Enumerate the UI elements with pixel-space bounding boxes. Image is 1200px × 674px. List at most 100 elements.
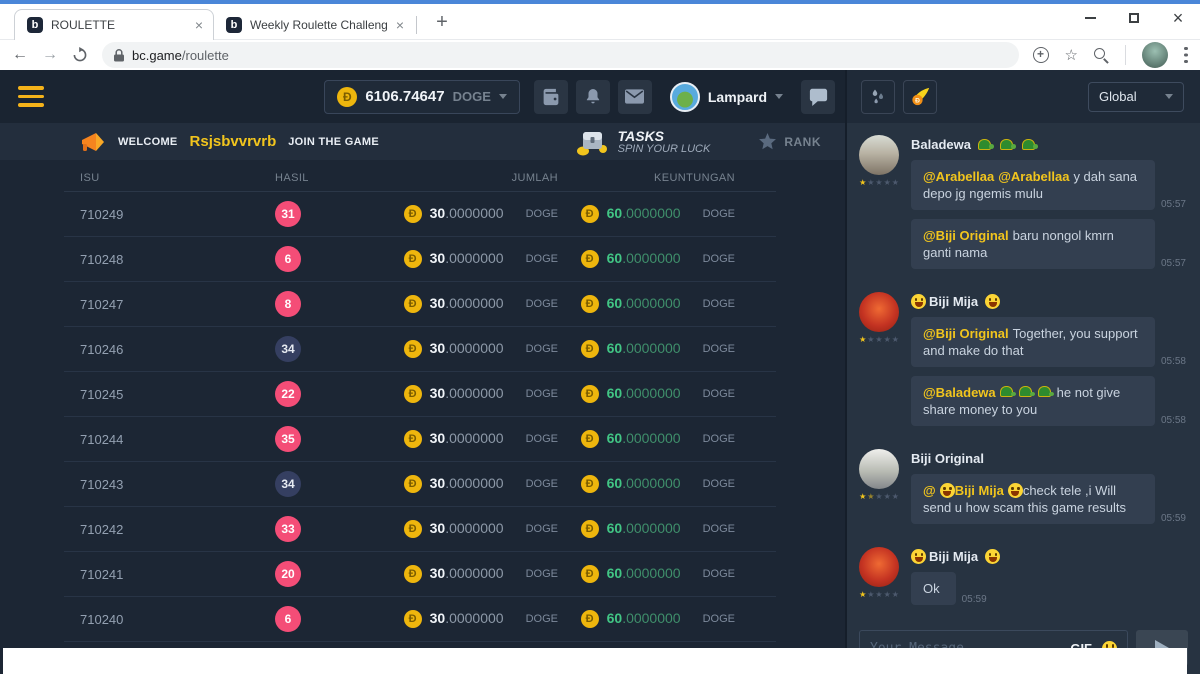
new-tab-button[interactable]: +: [429, 10, 455, 36]
maximize-button[interactable]: [1112, 4, 1156, 32]
message-group-left: ★★★★★: [857, 547, 901, 614]
mention[interactable]: @Arabellaa: [923, 169, 994, 184]
smiley-emoji: [985, 549, 1000, 564]
channel-select[interactable]: Global: [1088, 82, 1184, 112]
balance-pill[interactable]: Đ 6106.74647 DOGE: [324, 80, 520, 114]
hamburger-menu[interactable]: [18, 86, 44, 107]
mention[interactable]: @: [923, 483, 936, 498]
profit-amount-cell: Đ 60.0000000 DOGE: [581, 610, 735, 628]
browser-profile-avatar[interactable]: [1142, 42, 1168, 68]
doge-coin-icon: Đ: [404, 295, 422, 313]
mention[interactable]: @Biji Original: [923, 326, 1009, 341]
close-button[interactable]: ×: [1156, 4, 1200, 32]
profit-amount-cell: Đ 60.0000000 DOGE: [581, 475, 735, 493]
balance-currency: DOGE: [453, 89, 491, 104]
address-bar: ← → bc.game/roulette + ☆: [0, 40, 1200, 70]
chat-header: Đ Global: [847, 70, 1200, 123]
table-row[interactable]: 710246 34 Đ 30.0000000 DOGE Đ 60.0000000…: [64, 327, 776, 372]
chat-message: @Baladewahe not give share money to you …: [911, 376, 1186, 426]
reload-button[interactable]: [72, 47, 88, 63]
message-group-left: ★★★★★: [857, 449, 901, 533]
bet-amount-cell: Đ 30.0000000 DOGE: [404, 520, 558, 538]
mention[interactable]: @Biji Original: [923, 228, 1009, 243]
avatar[interactable]: [859, 135, 899, 175]
doge-coin-icon: Đ: [581, 250, 599, 268]
notifications-button[interactable]: [576, 80, 610, 114]
bet-amount-cell: Đ 30.0000000 DOGE: [404, 340, 558, 358]
issue-cell: 710242: [80, 522, 275, 537]
mention[interactable]: @Arabellaa: [998, 169, 1069, 184]
forward-button[interactable]: →: [42, 46, 58, 64]
table-body: 710249 31 Đ 30.0000000 DOGE Đ 60.0000000…: [64, 192, 776, 642]
doge-coin-icon: Đ: [581, 295, 599, 313]
messages-button[interactable]: [618, 80, 652, 114]
minimize-button[interactable]: [1068, 4, 1112, 32]
coindrop-button[interactable]: Đ: [903, 80, 937, 114]
table-row[interactable]: 710240 6 Đ 30.0000000 DOGE Đ 60.0000000 …: [64, 597, 776, 642]
chat-username[interactable]: Biji Original: [911, 451, 1186, 466]
table-row[interactable]: 710243 34 Đ 30.0000000 DOGE Đ 60.0000000…: [64, 462, 776, 507]
table-row[interactable]: 710248 6 Đ 30.0000000 DOGE Đ 60.0000000 …: [64, 237, 776, 282]
url-field[interactable]: bc.game/roulette: [102, 42, 1019, 68]
rank-star-icon: [758, 133, 777, 151]
message-group-body: Biji Mija Ok 05:59: [911, 547, 1186, 614]
issue-cell: 710246: [80, 342, 275, 357]
browser-tab[interactable]: b ROULETTE ×: [14, 9, 214, 40]
user-menu[interactable]: Lampard: [670, 82, 783, 112]
table-row[interactable]: 710249 31 Đ 30.0000000 DOGE Đ 60.0000000…: [64, 192, 776, 237]
avatar[interactable]: [859, 547, 899, 587]
bet-amount-cell: Đ 30.0000000 DOGE: [404, 250, 558, 268]
avatar[interactable]: [859, 292, 899, 332]
issue-cell: 710248: [80, 252, 275, 267]
wallet-button[interactable]: [534, 80, 568, 114]
chat-panel: Đ Global ★★★★★ Baladewa @Arabellaa @Arabe…: [845, 70, 1200, 674]
tab-close-icon[interactable]: ×: [396, 18, 404, 32]
column-header: JUMLAH: [512, 172, 558, 184]
wallet-icon: [541, 88, 561, 106]
browser-tab[interactable]: b Weekly Roulette Challenge - Win ×: [214, 9, 414, 40]
browser-menu-icon[interactable]: [1184, 47, 1188, 64]
message-group-body: Biji Original @Biji Mijacheck tele ,i Wi…: [911, 449, 1186, 533]
tasks-widget[interactable]: TASKS SPIN YOUR LUCK: [576, 128, 711, 156]
column-header: ISU: [80, 172, 275, 184]
table-row[interactable]: 710245 22 Đ 30.0000000 DOGE Đ 60.0000000…: [64, 372, 776, 417]
balance-amount: 6106.74647: [365, 88, 444, 105]
table-row[interactable]: 710247 8 Đ 30.0000000 DOGE Đ 60.0000000 …: [64, 282, 776, 327]
page: Đ 6106.74647 DOGE Lampard: [0, 70, 1200, 674]
mention[interactable]: Biji Mija: [955, 483, 1004, 498]
star-rating: ★★★★★: [859, 591, 899, 599]
profit-amount-cell: Đ 60.0000000 DOGE: [581, 340, 735, 358]
doge-coin-icon: Đ: [581, 340, 599, 358]
bet-amount-cell: Đ 30.0000000 DOGE: [404, 385, 558, 403]
rain-icon: [869, 88, 887, 106]
svg-text:Đ: Đ: [915, 97, 920, 104]
reload-icon: [72, 47, 88, 63]
addressbar-icons: + ☆: [1033, 42, 1188, 68]
currency-label: DOGE: [526, 478, 558, 490]
tab-close-icon[interactable]: ×: [195, 18, 203, 32]
bookmark-star-icon[interactable]: ☆: [1065, 46, 1078, 64]
rain-button[interactable]: [861, 80, 895, 114]
rank-widget[interactable]: RANK: [758, 133, 821, 151]
table-row[interactable]: 710241 20 Đ 30.0000000 DOGE Đ 60.0000000…: [64, 552, 776, 597]
result-badge: 6: [275, 246, 301, 272]
message-bubble: @Baladewahe not give share money to you: [911, 376, 1155, 426]
chat-toggle-button[interactable]: [801, 80, 835, 114]
table-row[interactable]: 710244 35 Đ 30.0000000 DOGE Đ 60.0000000…: [64, 417, 776, 462]
message-group-body: Baladewa @Arabellaa@Arabellaay dah sana …: [911, 135, 1186, 278]
message-group: ★★★★★ Baladewa @Arabellaa@Arabellaay dah…: [857, 135, 1186, 278]
profit-amount-cell: Đ 60.0000000 DOGE: [581, 250, 735, 268]
circle-plus-icon[interactable]: +: [1033, 47, 1049, 63]
chat-username[interactable]: Biji Mija: [911, 549, 1186, 564]
avatar[interactable]: [859, 449, 899, 489]
chat-username[interactable]: Baladewa: [911, 137, 1186, 152]
back-button[interactable]: ←: [12, 46, 28, 64]
mention[interactable]: @Baladewa: [923, 385, 996, 400]
window-top-edge: [0, 0, 1200, 4]
currency-label: DOGE: [703, 298, 735, 310]
chat-username[interactable]: Biji Mija: [911, 294, 1186, 309]
table-row[interactable]: 710242 33 Đ 30.0000000 DOGE Đ 60.0000000…: [64, 507, 776, 552]
message-bubble: @Biji Originalbaru nongol kmrn ganti nam…: [911, 219, 1155, 269]
search-icon[interactable]: [1094, 48, 1109, 63]
issue-cell: 710244: [80, 432, 275, 447]
